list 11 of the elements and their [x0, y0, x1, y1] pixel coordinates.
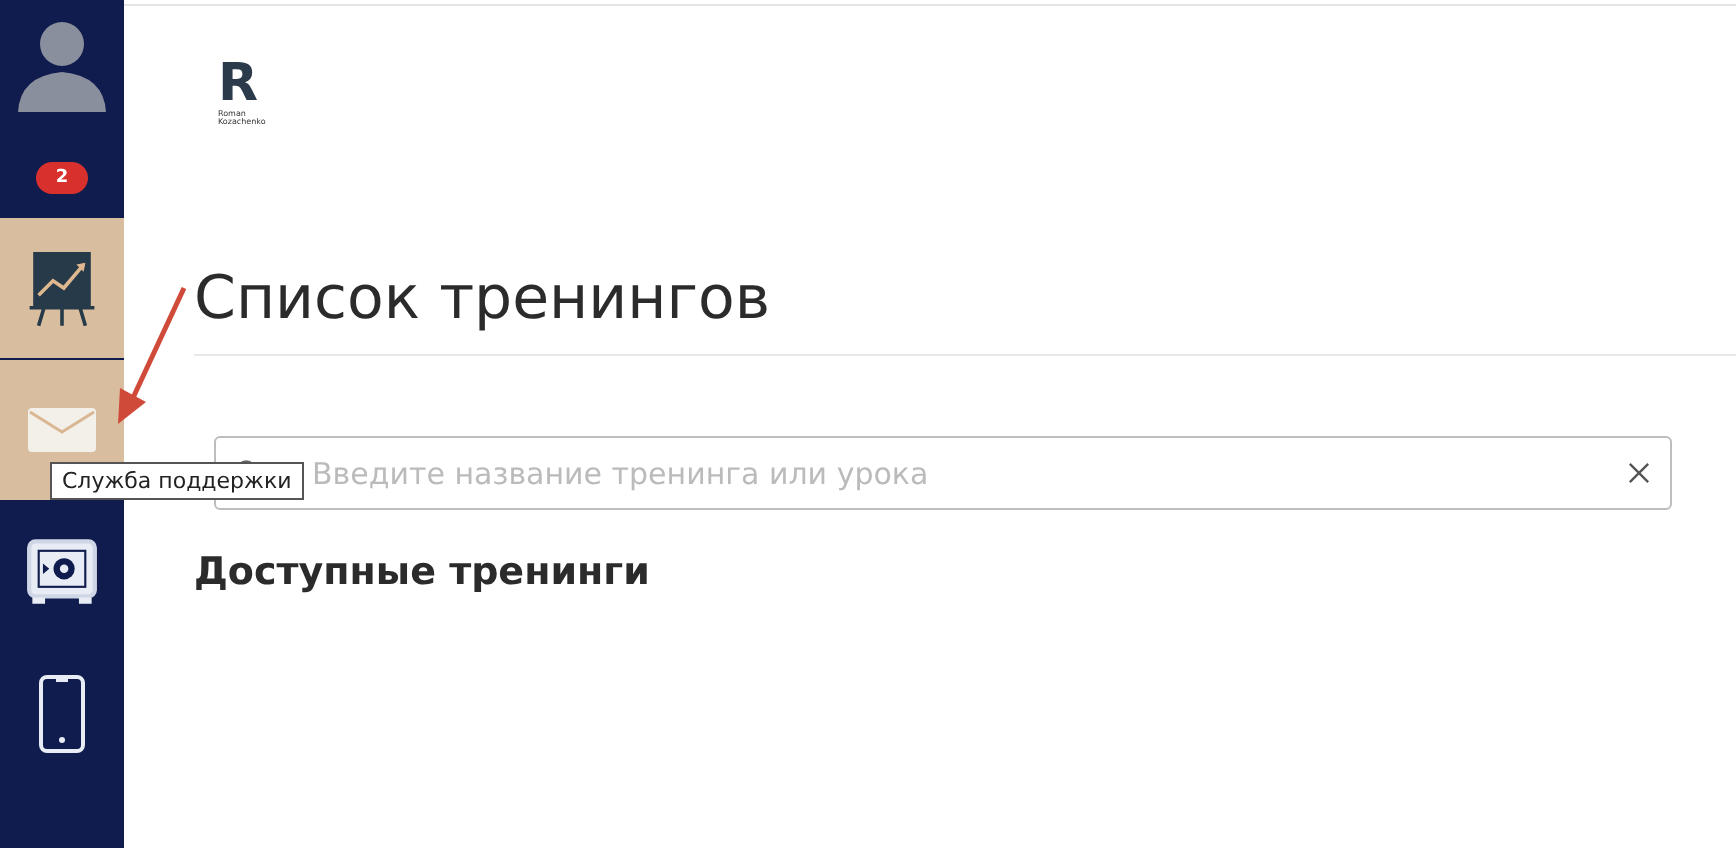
- page-title: Список тренингов: [194, 264, 1736, 356]
- tooltip: Служба поддержки: [50, 462, 304, 500]
- annotation-arrow: [112, 284, 192, 428]
- chart-board-icon: [26, 248, 98, 328]
- section-title: Доступные тренинги: [194, 550, 652, 594]
- logo-letter: R: [218, 58, 261, 110]
- smartphone-icon: [36, 674, 88, 754]
- envelope-icon: [26, 406, 98, 454]
- notification-badge: 2: [35, 162, 89, 194]
- close-icon[interactable]: [1628, 462, 1650, 484]
- sidebar-item[interactable]: [0, 218, 124, 358]
